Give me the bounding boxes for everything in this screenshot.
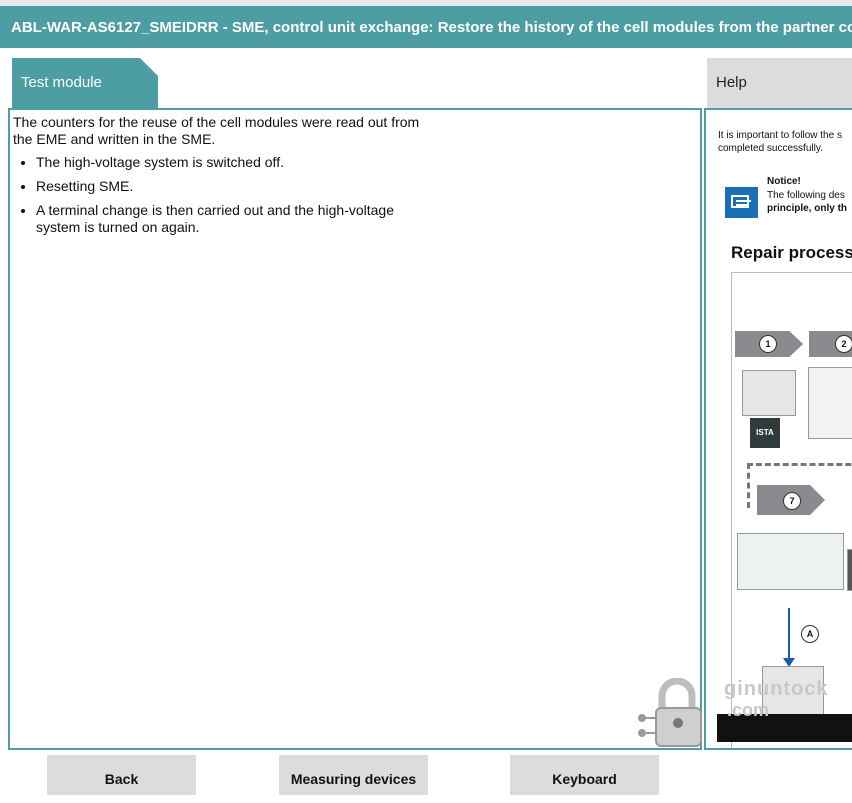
- help-intro: It is important to follow the s complete…: [718, 129, 852, 155]
- notice-line2: principle, only th: [767, 203, 848, 214]
- device-image-right: [847, 549, 852, 591]
- help-intro-line1: It is important to follow the s: [718, 130, 842, 141]
- notice-line1: The following des: [767, 190, 845, 201]
- flow-arrow-line: [788, 608, 790, 660]
- footer-bar: Back Measuring devices Keyboard: [0, 750, 852, 795]
- window-title: ABL-WAR-AS6127_SMEIDRR - SME, control un…: [0, 6, 852, 48]
- repair-process-title: Repair process: [731, 243, 852, 262]
- step-1-marker: 1: [759, 335, 777, 353]
- notice-hand-icon: [725, 187, 758, 218]
- watermark: ginuntock .com: [632, 677, 852, 750]
- watermark-domain: .com: [727, 700, 770, 720]
- bullet-item: A terminal change is then carried out an…: [36, 202, 433, 236]
- instructions: The counters for the reuse of the cell m…: [13, 114, 433, 243]
- tab-test-module[interactable]: Test module: [12, 58, 158, 108]
- step-2-marker: 2: [835, 335, 852, 353]
- help-panel[interactable]: It is important to follow the s complete…: [704, 108, 852, 750]
- measuring-devices-button[interactable]: Measuring devices: [279, 755, 428, 795]
- bullet-list: The high-voltage system is switched off.…: [13, 154, 433, 236]
- help-intro-line2: completed successfully.: [718, 143, 823, 154]
- intro-text: The counters for the reuse of the cell m…: [13, 114, 420, 147]
- diagnosis-device-image: [742, 370, 796, 416]
- ista-logo: ISTA: [750, 418, 780, 448]
- parts-grid-image: [808, 367, 852, 439]
- watermark-text: ginuntock: [724, 678, 829, 700]
- padlock-icon: [638, 677, 702, 747]
- keyboard-button[interactable]: Keyboard: [510, 755, 659, 795]
- screen-mockup-image: [737, 533, 844, 590]
- tab-help[interactable]: Help: [707, 58, 852, 108]
- step-a-marker: A: [801, 625, 819, 643]
- bullet-item: Resetting SME.: [36, 178, 433, 195]
- notice-title: Notice!: [767, 176, 801, 187]
- back-button[interactable]: Back: [47, 755, 196, 795]
- step-7-marker: 7: [783, 492, 801, 510]
- bullet-item: The high-voltage system is switched off.: [36, 154, 433, 171]
- notice-text: The following des principle, only th: [767, 189, 852, 215]
- test-module-panel: The counters for the reuse of the cell m…: [8, 108, 702, 750]
- tab-strip: Test module Help: [0, 48, 852, 108]
